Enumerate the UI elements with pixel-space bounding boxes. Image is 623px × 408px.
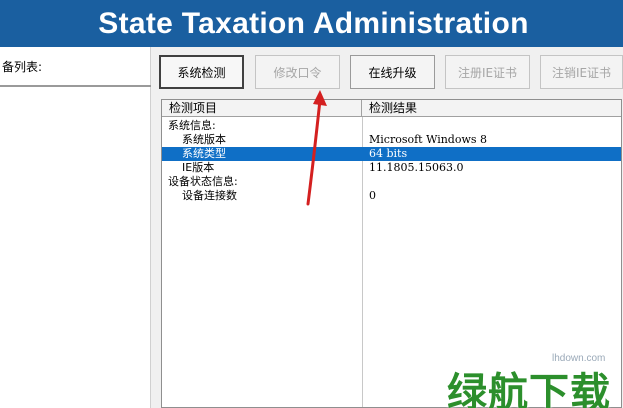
device-list-label: 备列表: <box>2 60 43 74</box>
device-list-divider <box>0 85 151 87</box>
result-row-device-status[interactable]: 设备状态信息: <box>162 175 621 189</box>
annotation-arrow-icon <box>306 90 327 206</box>
row-item: 设备状态信息: <box>168 175 238 188</box>
result-row-system-info[interactable]: 系统信息: <box>162 119 621 133</box>
title-banner: State Taxation Administration <box>0 0 623 47</box>
device-list-panel[interactable]: 备列表: <box>0 47 151 408</box>
change-password-button[interactable]: 修改口令 <box>255 55 340 89</box>
system-check-button[interactable]: 系统检测 <box>159 55 244 89</box>
column-header-item[interactable]: 检测项目 <box>162 100 362 116</box>
row-value: 64 bits <box>369 147 408 160</box>
result-row-os-version[interactable]: 系统版本 Microsoft Windows 8 <box>162 133 621 147</box>
toolbar: 系统检测 修改口令 在线升级 注册IE证书 注销IE证书 <box>151 47 623 97</box>
column-header-result[interactable]: 检测结果 <box>363 100 621 116</box>
row-value: 11.1805.15063.0 <box>369 161 464 174</box>
results-header: 检测项目 检测结果 <box>162 100 621 117</box>
watermark-brand: 绿航下载 <box>447 370 611 408</box>
row-item: 系统信息: <box>168 119 216 132</box>
result-row-ie-version[interactable]: IE版本 11.1805.15063.0 <box>162 161 621 175</box>
result-row-device-count[interactable]: 设备连接数 0 <box>162 189 621 203</box>
unregister-ie-cert-button[interactable]: 注销IE证书 <box>540 55 623 89</box>
result-row-os-type[interactable]: 系统类型 64 bits <box>162 147 621 161</box>
row-value: 0 <box>369 189 376 202</box>
row-item: 设备连接数 <box>182 189 237 202</box>
row-item: 系统版本 <box>182 133 226 146</box>
register-ie-cert-button[interactable]: 注册IE证书 <box>445 55 530 89</box>
online-upgrade-button[interactable]: 在线升级 <box>350 55 435 89</box>
app-title: State Taxation Administration <box>98 6 529 40</box>
row-value: Microsoft Windows 8 <box>369 133 488 146</box>
row-item: IE版本 <box>182 161 215 174</box>
row-item: 系统类型 <box>182 147 226 160</box>
